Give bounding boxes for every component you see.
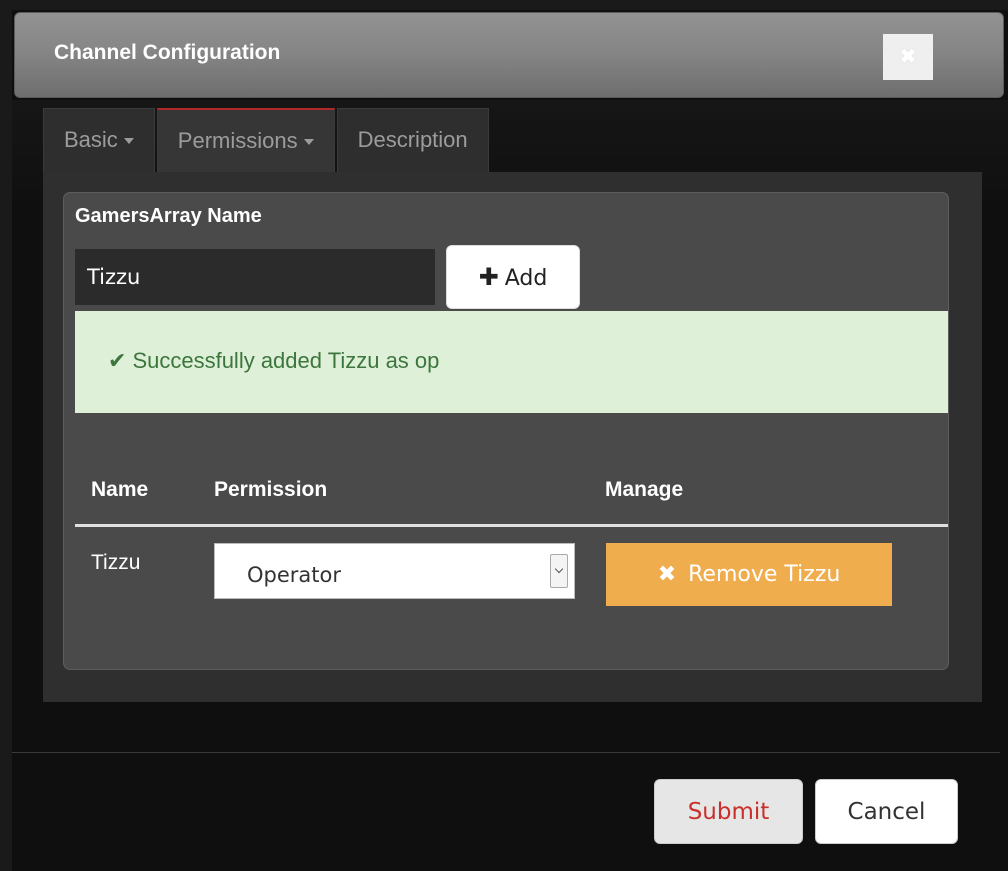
tab-permissions[interactable]: Permissions (156, 108, 335, 172)
caret-down-icon (123, 138, 134, 145)
chevron-down-icon (550, 554, 568, 588)
tab-basic-label: Basic (64, 127, 118, 152)
permission-select-value: Operator (247, 563, 341, 587)
tab-bar: Basic Permissions Description (43, 108, 491, 174)
close-button[interactable]: ✖ (883, 34, 933, 80)
remove-icon: ✖ (657, 562, 677, 587)
column-header-manage: Manage (605, 478, 684, 501)
success-alert-message: Successfully added Tizzu as op (132, 348, 440, 373)
tab-permissions-label: Permissions (177, 128, 298, 153)
column-header-name: Name (91, 478, 149, 501)
submit-button[interactable]: Submit (654, 779, 803, 844)
tab-description-label: Description (357, 127, 468, 152)
plus-icon: ✚ (478, 263, 499, 291)
add-button-label: Add (504, 266, 548, 291)
row-user-name: Tizzu (91, 551, 141, 574)
name-input[interactable] (75, 249, 435, 305)
remove-user-button[interactable]: ✖ Remove Tizzu (606, 543, 892, 606)
success-alert: ✔ Successfully added Tizzu as op (75, 311, 948, 413)
channel-configuration-dialog: Channel Configuration ✖ Basic Permission… (12, 10, 1008, 871)
column-header-permission: Permission (214, 478, 328, 501)
permissions-panel: GamersArray Name ✚Add ✔Successfully adde… (63, 192, 949, 670)
remove-user-button-label: Remove Tizzu (688, 562, 841, 587)
caret-down-icon (303, 139, 314, 146)
footer-divider (12, 752, 1000, 753)
cancel-button[interactable]: Cancel (815, 779, 958, 844)
close-icon: ✖ (899, 46, 917, 68)
check-icon: ✔ (108, 348, 127, 373)
dialog-header: Channel Configuration ✖ (14, 12, 1004, 98)
tab-basic[interactable]: Basic (43, 108, 155, 172)
dialog-title: Channel Configuration (54, 41, 281, 64)
name-field-label: GamersArray Name (75, 205, 262, 227)
permission-select[interactable]: Operator (214, 543, 575, 599)
table-header-divider (75, 524, 948, 527)
tab-content: GamersArray Name ✚Add ✔Successfully adde… (43, 172, 982, 702)
add-button[interactable]: ✚ Add (446, 245, 580, 309)
tab-description[interactable]: Description (336, 108, 489, 172)
